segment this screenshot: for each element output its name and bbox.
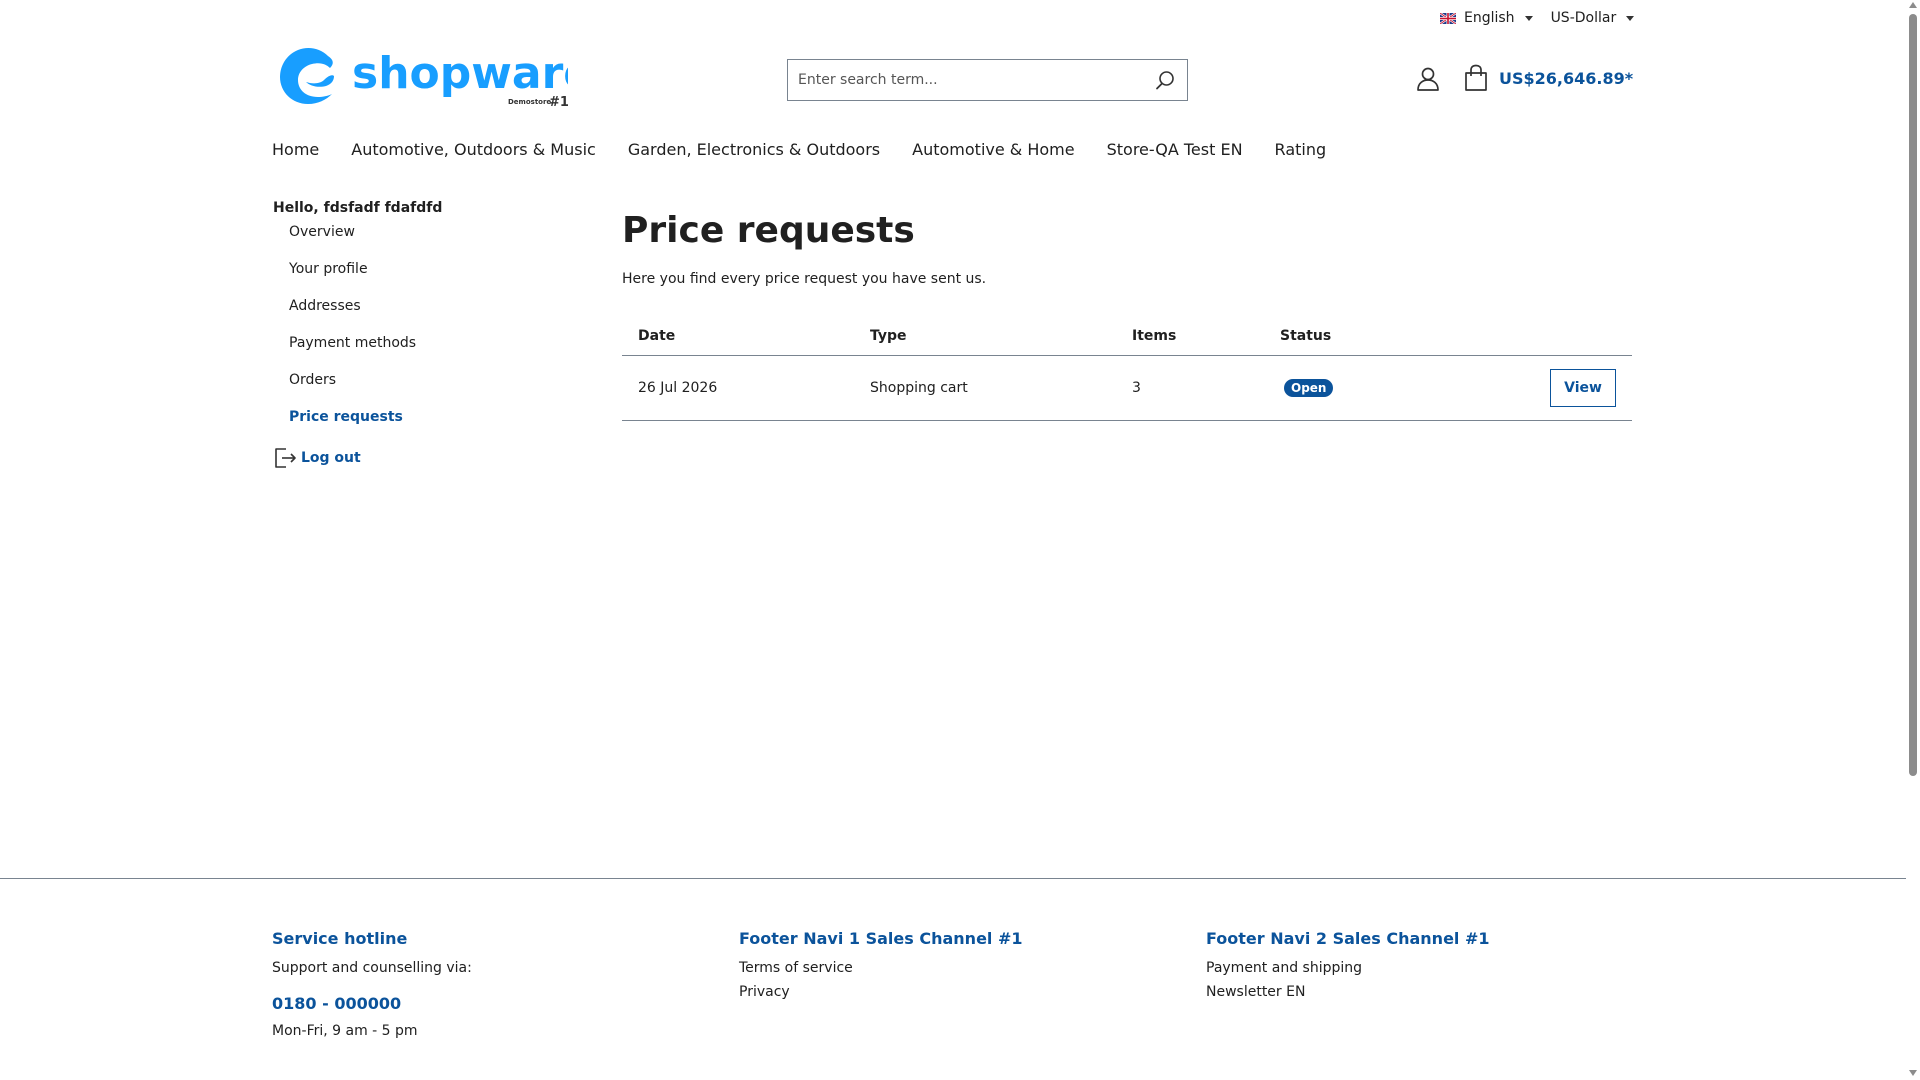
user-icon xyxy=(1417,67,1439,91)
search-box xyxy=(787,59,1188,101)
sidebar-item-payment-methods[interactable]: Payment methods xyxy=(273,325,553,362)
cell-type: Shopping cart xyxy=(854,355,1116,421)
footer-hotline-link[interactable]: 0180 - 000000 xyxy=(272,994,472,1013)
cell-actions: View xyxy=(1464,355,1632,421)
search-input[interactable] xyxy=(788,60,1143,100)
footer-link-payment-shipping[interactable]: Payment and shipping xyxy=(1206,960,1490,976)
column-header-status: Status xyxy=(1264,317,1464,356)
svg-text:shopware: shopware xyxy=(352,48,568,99)
footer-link-privacy[interactable]: Privacy xyxy=(739,984,1023,1000)
footer-column-service: Service hotline Support and counselling … xyxy=(272,929,472,1049)
shopware-logo-icon: shopware Demostore #1 xyxy=(280,48,593,110)
footer-column-navi1: Footer Navi 1 Sales Channel #1 Terms of … xyxy=(739,929,1023,1010)
logout-label: Log out xyxy=(301,450,361,466)
table-row: 26 Jul 2026 Shopping cart 3 Open View xyxy=(622,355,1632,421)
cart-total: US$26,646.89* xyxy=(1499,68,1634,88)
page-scrollbar[interactable] xyxy=(1906,0,1920,1080)
status-badge: Open xyxy=(1284,378,1334,397)
currency-dropdown[interactable]: US-Dollar xyxy=(1551,10,1635,26)
nav-item-automotive-home[interactable]: Automotive & Home xyxy=(912,140,1074,159)
price-requests-content: Price requests Here you find every price… xyxy=(622,210,1632,421)
search-button[interactable] xyxy=(1143,60,1187,100)
svg-text:#1: #1 xyxy=(549,95,568,110)
page-intro: Here you find every price request you ha… xyxy=(622,271,987,287)
footer-link-newsletter[interactable]: Newsletter EN xyxy=(1206,984,1490,1000)
logout-icon xyxy=(275,448,296,468)
column-header-date: Date xyxy=(622,317,854,356)
cell-status: Open xyxy=(1264,355,1464,421)
table-header-row: Date Type Items Status xyxy=(622,317,1632,356)
shopping-bag-icon xyxy=(1465,64,1487,91)
column-header-actions xyxy=(1464,317,1632,356)
sidebar-item-addresses[interactable]: Addresses xyxy=(273,288,553,325)
nav-item-garden-electronics-outdoors[interactable]: Garden, Electronics & Outdoors xyxy=(628,140,880,159)
svg-text:Demostore: Demostore xyxy=(508,98,551,106)
nav-item-store-qa-test[interactable]: Store-QA Test EN xyxy=(1107,140,1243,159)
footer-service-hours: Mon-Fri, 9 am - 5 pm xyxy=(272,1023,418,1039)
price-requests-table: Date Type Items Status 26 Jul 2026 Shopp… xyxy=(622,317,1632,421)
search-icon xyxy=(1156,71,1174,90)
shopware-logo[interactable]: shopware Demostore #1 xyxy=(278,44,593,110)
cell-items: 3 xyxy=(1116,355,1264,421)
language-label: English xyxy=(1464,10,1515,26)
footer-service-text: Support and counselling via: xyxy=(272,960,472,976)
sidebar-item-orders[interactable]: Orders xyxy=(273,362,553,399)
view-button[interactable]: View xyxy=(1550,368,1616,407)
sidebar-item-price-requests[interactable]: Price requests xyxy=(273,399,553,436)
footer: Service hotline Support and counselling … xyxy=(0,878,1906,1080)
page-title: Price requests xyxy=(622,210,915,251)
cell-date: 26 Jul 2026 xyxy=(622,355,854,421)
chevron-down-icon xyxy=(1626,15,1635,21)
scroll-down-arrow-icon[interactable] xyxy=(1909,1070,1917,1076)
chevron-down-icon xyxy=(1524,15,1533,21)
cart-button[interactable]: US$26,646.89* xyxy=(1463,64,1633,92)
sidebar-item-overview[interactable]: Overview xyxy=(273,214,553,251)
column-header-type: Type xyxy=(854,317,1116,356)
sidebar-item-profile[interactable]: Your profile xyxy=(273,251,553,288)
nav-item-automotive-outdoors-music[interactable]: Automotive, Outdoors & Music xyxy=(351,140,596,159)
uk-flag-icon xyxy=(1440,12,1456,24)
main-navigation: Home Automotive, Outdoors & Music Garden… xyxy=(272,140,1326,159)
scroll-up-arrow-icon[interactable] xyxy=(1909,2,1917,8)
footer-title-service: Service hotline xyxy=(272,929,408,948)
column-header-items: Items xyxy=(1116,317,1264,356)
scrollbar-thumb[interactable] xyxy=(1909,14,1917,776)
account-sidebar: Hello, fdsfadf fdafdfd Overview Your pro… xyxy=(273,200,553,470)
language-dropdown[interactable]: English xyxy=(1440,10,1533,26)
logout-link[interactable]: Log out xyxy=(273,446,553,470)
nav-item-home[interactable]: Home xyxy=(272,140,319,159)
nav-item-rating[interactable]: Rating xyxy=(1275,140,1327,159)
currency-label: US-Dollar xyxy=(1550,10,1617,26)
footer-link-terms[interactable]: Terms of service xyxy=(739,960,1023,976)
account-button[interactable] xyxy=(1415,66,1441,92)
footer-title-navi2: Footer Navi 2 Sales Channel #1 xyxy=(1206,929,1490,948)
footer-column-navi2: Footer Navi 2 Sales Channel #1 Payment a… xyxy=(1206,929,1490,1010)
footer-title-navi1: Footer Navi 1 Sales Channel #1 xyxy=(739,929,1023,948)
topbar: English US-Dollar xyxy=(1440,6,1635,30)
